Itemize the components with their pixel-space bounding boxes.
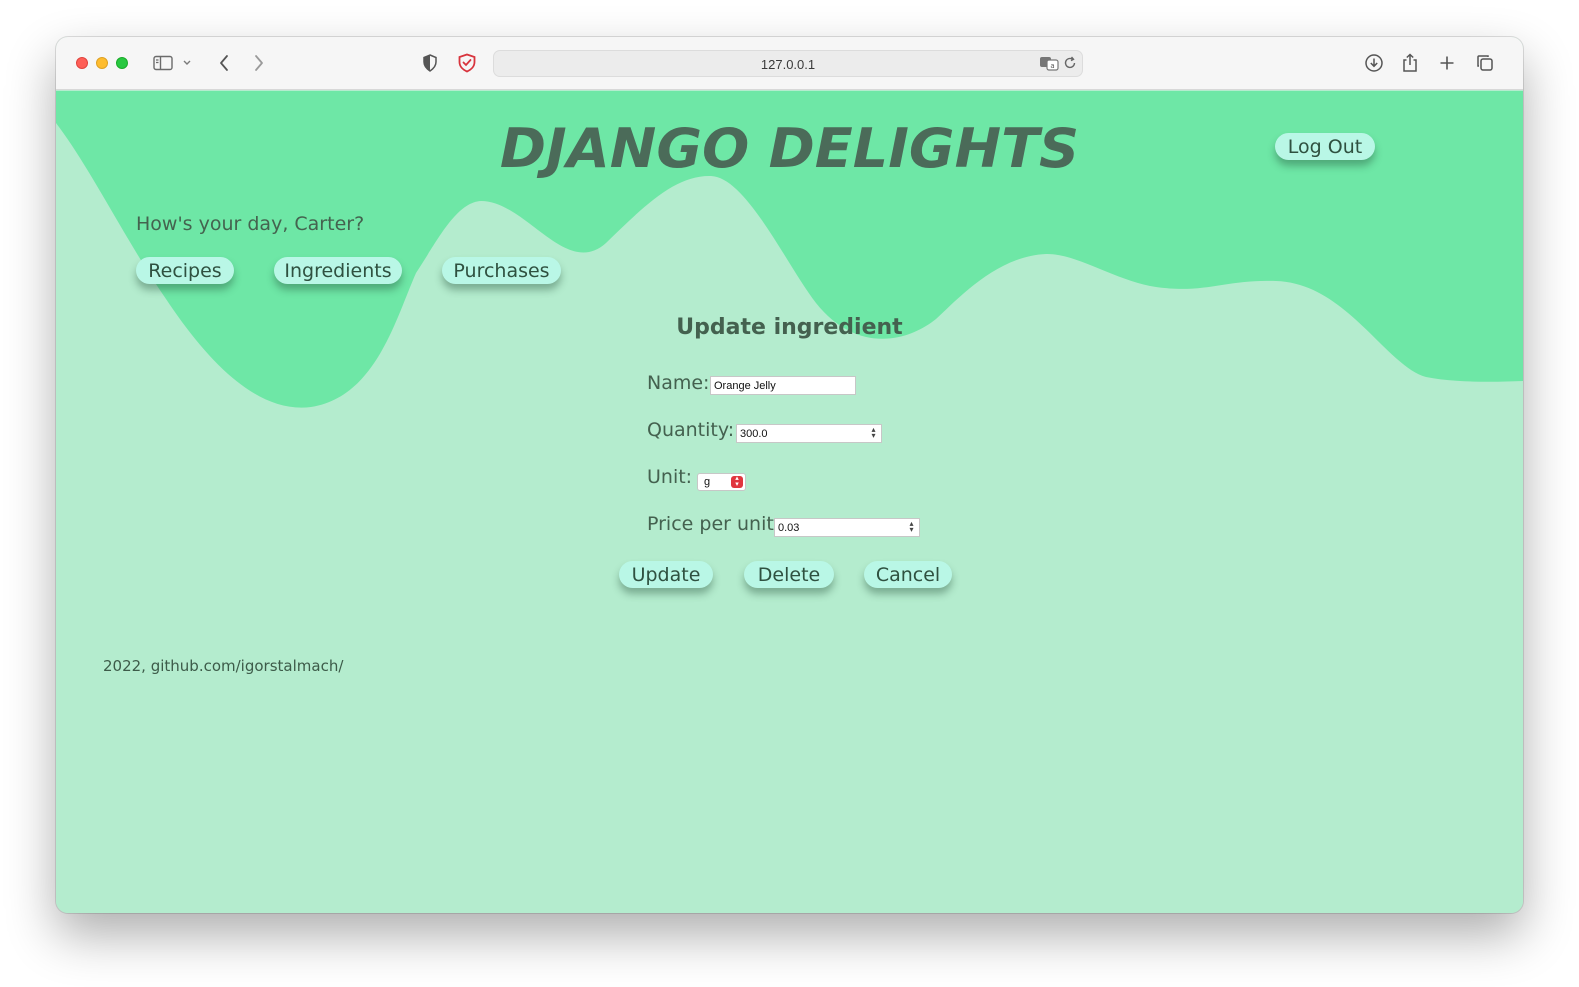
price-stepper-icon[interactable]: ▴ ▾ (907, 520, 916, 534)
select-arrows-icon: ▴ ▾ (731, 475, 743, 488)
price-input-value: 0.03 (778, 522, 800, 534)
zoom-window-button[interactable] (116, 57, 128, 69)
close-window-button[interactable] (76, 57, 88, 69)
form-title: Update ingredient (676, 315, 903, 340)
unit-select-value: g (704, 476, 711, 488)
svg-text:a: a (1050, 62, 1054, 70)
browser-toolbar: 127.0.0.1 a (56, 37, 1523, 90)
footer-text: 2022, github.com/igorstalmach/ (103, 657, 344, 675)
sidebar-toggle-icon[interactable] (152, 52, 174, 74)
nav-recipes-button[interactable]: Recipes (136, 257, 234, 284)
reload-icon[interactable] (1063, 56, 1077, 75)
quantity-stepper-icon[interactable]: ▴ ▾ (869, 426, 878, 440)
price-input[interactable]: 0.03 ▴ ▾ (774, 518, 920, 537)
delete-button[interactable]: Delete (744, 561, 834, 588)
logout-button[interactable]: Log Out (1275, 133, 1375, 160)
page-content: DJANGO DELIGHTS Log Out How's your day, … (56, 91, 1523, 913)
cancel-button[interactable]: Cancel (864, 561, 952, 588)
nav-ingredients-button[interactable]: Ingredients (274, 257, 402, 284)
nav-purchases-button[interactable]: Purchases (442, 257, 561, 284)
back-icon[interactable] (213, 52, 235, 74)
quantity-input-value: 300.0 (740, 428, 768, 440)
greeting-text: How's your day, Carter? (136, 213, 365, 235)
new-tab-icon[interactable] (1436, 52, 1458, 74)
address-bar[interactable]: 127.0.0.1 a (493, 50, 1083, 77)
update-button[interactable]: Update (619, 561, 713, 588)
downloads-icon[interactable] (1363, 52, 1385, 74)
quantity-label: Quantity: (647, 419, 735, 441)
tab-overview-icon[interactable] (1474, 52, 1496, 74)
quantity-input[interactable]: 300.0 ▴ ▾ (736, 424, 882, 443)
name-input[interactable]: Orange Jelly (710, 376, 856, 395)
name-label: Name: (647, 372, 710, 394)
share-icon[interactable] (1399, 52, 1421, 74)
chevron-down-icon[interactable] (180, 52, 194, 74)
price-label: Price per unit: (647, 513, 781, 535)
forward-icon[interactable] (248, 52, 270, 74)
name-input-value: Orange Jelly (714, 380, 776, 392)
unit-label: Unit: (647, 466, 693, 488)
minimize-window-button[interactable] (96, 57, 108, 69)
url-text: 127.0.0.1 (760, 57, 816, 72)
privacy-shield-icon[interactable] (419, 52, 441, 74)
adblock-shield-icon[interactable] (456, 52, 478, 74)
translate-icon[interactable]: a (1039, 56, 1059, 76)
browser-window: 127.0.0.1 a DJANGO DELIGHTS Log Out How'… (56, 37, 1523, 913)
unit-select[interactable]: g ▴ ▾ (697, 473, 746, 491)
